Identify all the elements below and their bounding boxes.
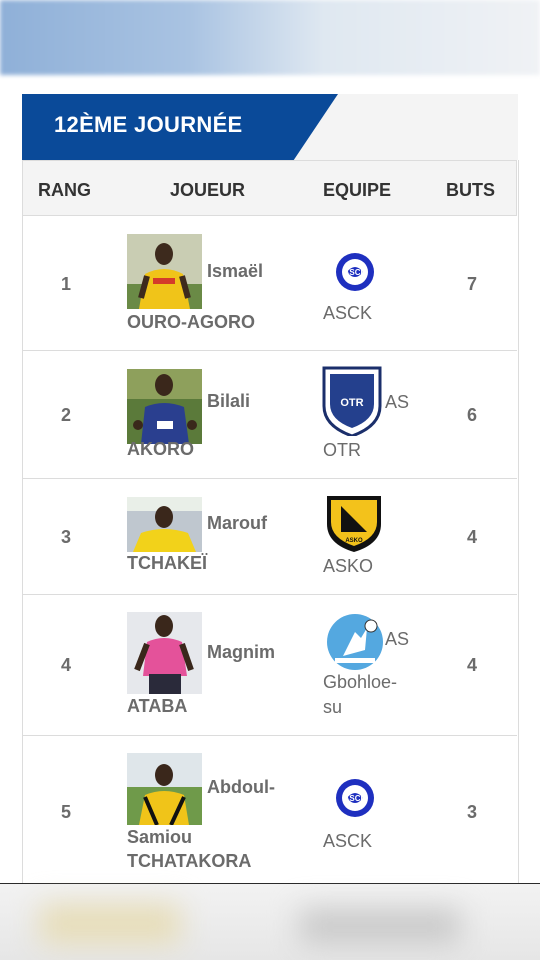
rank-cell: 5: [61, 802, 72, 822]
player-last-name: TCHAKEÏ: [127, 553, 207, 573]
player-first-name: Marouf: [207, 513, 267, 533]
asko-shield-icon: ASKO: [325, 494, 385, 554]
rank-cell: 1: [61, 274, 72, 294]
gbohloesu-logo-icon: [325, 612, 385, 672]
team-name: OTR: [323, 440, 361, 460]
team-name: ASKO: [323, 556, 374, 576]
player-photo: [127, 497, 202, 552]
player-first-name: Ismaël: [207, 261, 264, 281]
goals-cell: 3: [467, 802, 478, 822]
goals-cell: 7: [467, 274, 478, 294]
row-divider: [22, 594, 517, 595]
team-name: ASCK: [323, 303, 373, 323]
player-photo: [127, 612, 202, 694]
svg-text:ASCK: ASCK: [344, 268, 367, 277]
goals-cell: 4: [467, 527, 478, 547]
player-last-name: OURO-AGORO: [127, 312, 255, 332]
row-divider: [22, 735, 517, 736]
header-team: EQUIPE: [323, 180, 392, 200]
player-last-name: Samiou: [127, 827, 193, 847]
header-goals: BUTS: [446, 180, 495, 200]
row-divider: [22, 350, 517, 351]
player-last-name-2: TCHATAKORA: [127, 851, 252, 871]
player-first-name: Abdoul-: [207, 777, 275, 797]
player-first-name: Magnim: [207, 642, 276, 662]
round-title: 12ÈME JOURNÉE: [54, 112, 243, 137]
team-name: Gbohloe-: [323, 672, 398, 692]
player-photo: [127, 753, 202, 825]
team-name-suffix: su: [323, 697, 343, 717]
row-divider: [22, 478, 517, 479]
player-photo: [127, 234, 202, 309]
svg-text:OTR: OTR: [340, 397, 363, 409]
team-name: ASCK: [323, 831, 373, 851]
rank-cell: 4: [61, 655, 72, 675]
svg-text:ASKO: ASKO: [345, 538, 363, 544]
goals-cell: 6: [467, 405, 478, 425]
bottom-blurred-footer: [0, 884, 540, 960]
player-last-name: ATABA: [127, 696, 188, 716]
player-photo: [127, 369, 202, 444]
team-name-prefix: AS: [385, 392, 410, 412]
rank-cell: 3: [61, 527, 72, 547]
svg-text:ASCK: ASCK: [344, 794, 367, 803]
rank-cell: 2: [61, 405, 72, 425]
player-last-name: AKORO: [127, 439, 194, 459]
header-player: JOUEUR: [170, 180, 246, 200]
team-name-prefix: AS: [385, 629, 410, 649]
top-blurred-header: [0, 0, 540, 75]
asck-logo-icon: ASCK: [325, 768, 385, 828]
asck-logo-icon: ASCK: [325, 242, 385, 302]
table-header: [22, 160, 517, 216]
header-rank: RANG: [38, 180, 91, 200]
player-first-name: Bilali: [207, 391, 251, 411]
otr-shield-icon: OTR: [322, 366, 382, 438]
goals-cell: 4: [467, 655, 478, 675]
